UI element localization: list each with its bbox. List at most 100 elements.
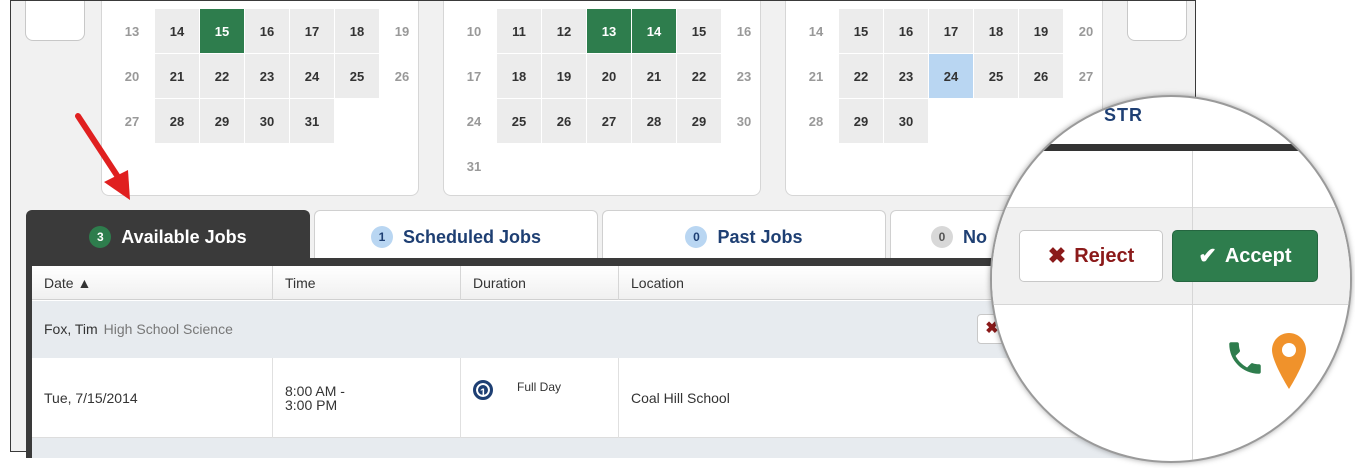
calendar-day[interactable]: 14	[632, 9, 676, 53]
next-month-button[interactable]	[1127, 1, 1187, 41]
calendar-day: 20	[1078, 23, 1094, 39]
column-time-header[interactable]: Time	[273, 266, 461, 300]
calendar-day[interactable]: 31	[290, 99, 334, 143]
calendar-week-row: 17 18 19 20 21 22 23	[452, 54, 767, 99]
calendar-day[interactable]: 24	[290, 54, 334, 98]
calendar-day[interactable]: 25	[335, 54, 379, 98]
calendar-day: 31	[466, 158, 482, 174]
fourth-count-badge: 0	[931, 226, 953, 248]
calendar-day[interactable]: 24	[929, 54, 973, 98]
tab-label: Past Jobs	[717, 226, 803, 247]
calendar-day[interactable]: 22	[677, 54, 721, 98]
tab-scheduled-jobs[interactable]: 1 Scheduled Jobs	[314, 210, 598, 263]
calendar-day[interactable]: 26	[1019, 54, 1063, 98]
calendar-month-2: 10 11 12 13 14 15 16 17 18 19 20 21 22 23 24 25 26 27 28 29…	[443, 1, 761, 196]
x-icon: ✖	[1047, 243, 1067, 268]
calendar-day[interactable]: 16	[245, 9, 289, 53]
calendar-week-row: 20 21 22 23 24 25 26	[110, 54, 425, 99]
calendar-day[interactable]: 30	[884, 99, 928, 143]
calendar-day[interactable]: 19	[1019, 9, 1063, 53]
calendar-day: 13	[124, 23, 140, 39]
accept-button[interactable]: ✔ Accept	[1172, 230, 1318, 282]
column-duration-header[interactable]: Duration	[461, 266, 619, 300]
job-time-start: 8:00 AM -	[285, 383, 345, 399]
tab-available-jobs[interactable]: 3 Available Jobs	[26, 210, 310, 263]
calendar-day: 20	[124, 68, 140, 84]
teacher-name: Fox, Tim	[44, 321, 98, 337]
calendar-day: 14	[808, 23, 824, 39]
prev-month-button[interactable]	[25, 1, 85, 41]
calendar-day: 10	[466, 23, 482, 39]
calendar-day[interactable]: 20	[587, 54, 631, 98]
calendar-month-1: 13 14 15 16 17 18 19 20 21 22 23 24 25 26 27 28 29 30 31	[101, 1, 419, 196]
calendar-day[interactable]: 18	[335, 9, 379, 53]
calendar-day[interactable]: 13	[587, 9, 631, 53]
job-date: Tue, 7/15/2014	[32, 358, 273, 438]
calendar-day: 24	[466, 113, 482, 129]
calendar-day[interactable]: 22	[200, 54, 244, 98]
calendar-day[interactable]: 25	[974, 54, 1018, 98]
calendar-week-row: 14 15 16 17 18 19 20	[794, 9, 1109, 54]
calendar-day[interactable]: 16	[884, 9, 928, 53]
calendar-day[interactable]: 28	[632, 99, 676, 143]
calendar-day: 21	[808, 68, 824, 84]
calendar-day[interactable]: 21	[632, 54, 676, 98]
calendar-day: 23	[736, 68, 752, 84]
reject-label: Reject	[1074, 244, 1135, 267]
calendar-day[interactable]: 17	[929, 9, 973, 53]
calendar-day[interactable]: 19	[542, 54, 586, 98]
map-pin-icon[interactable]	[1272, 333, 1306, 394]
reject-button[interactable]: ✖ Reject	[1019, 230, 1163, 282]
tab-label: Available Jobs	[121, 226, 247, 247]
calendar-day[interactable]: 23	[245, 54, 289, 98]
tab-label: No	[963, 226, 987, 247]
calendar-day[interactable]: 29	[677, 99, 721, 143]
tab-label: Scheduled Jobs	[402, 226, 542, 247]
calendar-day: 17	[466, 68, 482, 84]
calendar-day[interactable]: 17	[290, 9, 334, 53]
calendar-day[interactable]: 11	[497, 9, 541, 53]
calendar-day: 28	[808, 113, 824, 129]
calendar-day[interactable]: 15	[200, 9, 244, 53]
mag-divider	[1192, 151, 1193, 461]
calendar-day[interactable]: 25	[497, 99, 541, 143]
calendar-day: 30	[736, 113, 752, 129]
calendar-day[interactable]: 15	[677, 9, 721, 53]
past-count-badge: 0	[685, 226, 708, 248]
calendar-day[interactable]: 29	[839, 99, 883, 143]
calendar-day[interactable]: 29	[200, 99, 244, 143]
mag-title-fragment: STR	[1104, 105, 1143, 125]
calendar-day[interactable]: 18	[497, 54, 541, 98]
calendar-day[interactable]: 15	[839, 9, 883, 53]
calendar-day[interactable]: 28	[155, 99, 199, 143]
calendar-day[interactable]: 18	[974, 9, 1018, 53]
calendar-day[interactable]: 12	[542, 9, 586, 53]
next-group-row	[32, 438, 1192, 458]
calendar-day[interactable]: 30	[245, 99, 289, 143]
duration-info-icon: 1	[473, 380, 493, 400]
calendar-day: 26	[394, 68, 410, 84]
calendar-week-row: 10 11 12 13 14 15 16	[452, 9, 767, 54]
job-time-end: 3:00 PM	[285, 397, 338, 413]
calendar-week-row: 27 28 29 30 31	[110, 99, 425, 144]
calendar-day[interactable]: 26	[542, 99, 586, 143]
calendar-day: 16	[736, 23, 752, 39]
job-duration: 1 Full Day	[461, 358, 619, 438]
calendar-grid: 10 11 12 13 14 15 16 17 18 19 20 21 22 23 24 25 26 27 28 29…	[452, 9, 767, 189]
calendar-day[interactable]: 14	[155, 9, 199, 53]
column-date-header[interactable]: Date ▲	[32, 266, 273, 300]
calendar-week-row: 21 22 23 24 25 26 27	[794, 54, 1109, 99]
accept-label: Accept	[1224, 244, 1292, 267]
tab-past-jobs[interactable]: 0 Past Jobs	[602, 210, 886, 263]
available-count-badge: 3	[89, 226, 112, 248]
duration-text: Full Day	[517, 380, 562, 394]
calendar-day[interactable]: 21	[155, 54, 199, 98]
scheduled-count-badge: 1	[370, 226, 393, 248]
calendar-day[interactable]: 23	[884, 54, 928, 98]
calendar-day: 19	[394, 23, 410, 39]
calendar-day[interactable]: 22	[839, 54, 883, 98]
calendar-grid: 14 15 16 17 18 19 20 21 22 23 24 25 26 27 28 29 30	[794, 9, 1109, 144]
calendar-week-row: 24 25 26 27 28 29 30	[452, 99, 767, 144]
phone-icon[interactable]	[1224, 337, 1266, 388]
calendar-day[interactable]: 27	[587, 99, 631, 143]
